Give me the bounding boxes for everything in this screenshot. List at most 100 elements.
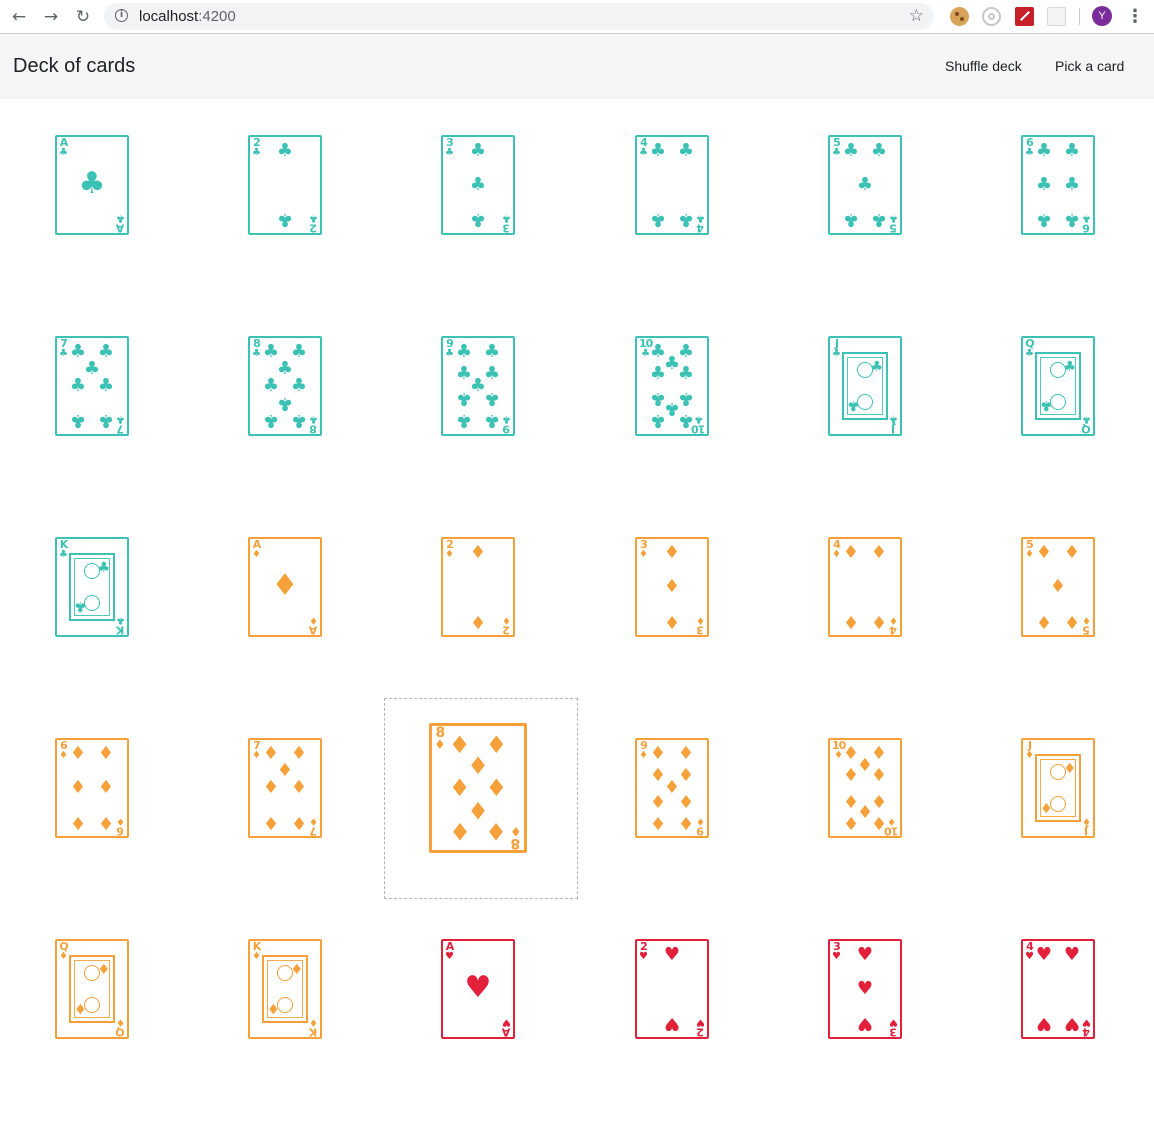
card-5-of-diamonds[interactable]: 5 ♦ 5 ♦ ♦ ♦ ♦ ♦ ♦ bbox=[1021, 537, 1095, 637]
card-suit-icon: ♦ bbox=[1025, 549, 1034, 561]
card-a-of-diamonds[interactable]: A ♦ A ♦ ♦ bbox=[248, 537, 322, 637]
card-suit-icon: ♦ bbox=[252, 750, 261, 762]
card-suit-icon: ♥ bbox=[445, 951, 454, 963]
reload-icon[interactable]: ↻ bbox=[71, 5, 95, 29]
card-4-of-clubs[interactable]: 4 ♣ 4 ♣ ♣ ♣ ♣ ♣ bbox=[635, 135, 709, 235]
card-corner: Q ♦ bbox=[116, 1016, 125, 1038]
diamonds-pip-icon: ♦ bbox=[485, 817, 508, 846]
card-corner: 7 ♣ bbox=[59, 338, 68, 359]
card-3-of-diamonds[interactable]: 3 ♦ 3 ♦ ♦ ♦ ♦ bbox=[635, 537, 709, 637]
card-q-of-diamonds[interactable]: Q ♦ Q ♦ ♦ ♦ bbox=[55, 939, 129, 1039]
card-7-of-clubs[interactable]: 7 ♣ 7 ♣ ♣ ♣ ♣ ♣ ♣ ♣ ♣ bbox=[55, 336, 129, 436]
card-j-of-diamonds[interactable]: J ♦ J ♦ ♦ ♦ bbox=[1021, 738, 1095, 838]
card-corner: 6 ♦ bbox=[59, 740, 68, 761]
card-rank: K bbox=[116, 623, 125, 636]
card-3-of-clubs[interactable]: 3 ♣ 3 ♣ ♣ ♣ ♣ bbox=[441, 135, 515, 235]
card-corner: 3 ♦ bbox=[696, 614, 705, 636]
card-suit-icon: ♦ bbox=[434, 737, 446, 753]
card-9-of-clubs[interactable]: 9 ♣ 9 ♣ ♣ ♣ ♣ ♣ ♣ ♣ ♣ ♣ ♣ bbox=[441, 336, 515, 436]
diamonds-pip-icon: ♦ bbox=[649, 743, 667, 765]
card-corner: 8 ♣ bbox=[309, 413, 318, 435]
cookie-extension-icon[interactable] bbox=[950, 7, 969, 26]
card-corner: 2 ♦ bbox=[502, 614, 511, 636]
card-corner: A ♦ bbox=[309, 613, 318, 636]
card-q-of-clubs[interactable]: Q ♣ Q ♣ ♣ ♣ bbox=[1021, 336, 1095, 436]
hearts-pip-icon: ♥ bbox=[1035, 944, 1053, 966]
clubs-pip-icon: ♣ bbox=[1035, 208, 1053, 230]
star-icon[interactable]: ☆ bbox=[909, 6, 924, 26]
diamonds-pip-icon: ♦ bbox=[1063, 761, 1076, 777]
diamonds-pip-icon: ♦ bbox=[69, 777, 87, 798]
card-10-of-diamonds[interactable]: 10 ♦ 10 ♦ ♦ ♦ ♦ ♦ ♦ ♦ ♦ ♦ ♦ ♦ bbox=[828, 738, 902, 838]
card-8-of-diamonds[interactable]: 8 ♦ 8 ♦ ♦ ♦ ♦ ♦ ♦ ♦ ♦ ♦ bbox=[429, 723, 527, 853]
card-6-of-clubs[interactable]: 6 ♣ 6 ♣ ♣ ♣ ♣ ♣ ♣ ♣ bbox=[1021, 135, 1095, 235]
clubs-pip-icon: ♣ bbox=[97, 560, 110, 576]
url-text[interactable]: localhost:4200 bbox=[139, 8, 236, 25]
card-suit-icon: ♦ bbox=[1025, 750, 1034, 762]
clubs-pip-icon: ♣ bbox=[870, 140, 888, 162]
card-suit-icon: ♣ bbox=[252, 348, 261, 360]
card-suit-icon: ♦ bbox=[59, 951, 68, 963]
red-extension-icon[interactable] bbox=[1015, 7, 1034, 26]
card-suit-icon: ♣ bbox=[1082, 412, 1091, 424]
clubs-pip-icon: ♣ bbox=[469, 208, 487, 230]
card-suit-icon: ♥ bbox=[832, 951, 841, 963]
card-2-of-hearts[interactable]: 2 ♥ 2 ♥ ♥ ♥ bbox=[635, 939, 709, 1039]
back-icon[interactable]: ← bbox=[7, 5, 31, 29]
card-rank: 9 bbox=[697, 824, 704, 837]
clubs-pip-icon: ♣ bbox=[856, 174, 874, 195]
address-bar[interactable]: i localhost:4200 ☆ bbox=[104, 3, 934, 30]
card-4-of-diamonds[interactable]: 4 ♦ 4 ♦ ♦ ♦ ♦ ♦ bbox=[828, 537, 902, 637]
card-4-of-hearts[interactable]: 4 ♥ 4 ♥ ♥ ♥ ♥ ♥ bbox=[1021, 939, 1095, 1039]
diamonds-pip-icon: ♦ bbox=[677, 811, 695, 833]
clubs-pip-icon: ♣ bbox=[290, 375, 308, 396]
card-8-of-clubs[interactable]: 8 ♣ 8 ♣ ♣ ♣ ♣ ♣ ♣ ♣ ♣ ♣ bbox=[248, 336, 322, 436]
card-a-of-clubs[interactable]: A ♣ A ♣ ♣ bbox=[55, 135, 129, 235]
card-corner: J ♦ bbox=[1082, 815, 1091, 837]
card-corner: 9 ♣ bbox=[502, 413, 511, 435]
clubs-pip-icon: ♣ bbox=[649, 409, 667, 431]
card-corner: 2 ♣ bbox=[309, 212, 318, 234]
card-rank: 5 bbox=[890, 221, 897, 234]
card-5-of-clubs[interactable]: 5 ♣ 5 ♣ ♣ ♣ ♣ ♣ ♣ bbox=[828, 135, 902, 235]
card-6-of-diamonds[interactable]: 6 ♦ 6 ♦ ♦ ♦ ♦ ♦ ♦ ♦ bbox=[55, 738, 129, 838]
clubs-pip-icon: ♣ bbox=[78, 166, 106, 202]
forward-icon[interactable]: → bbox=[39, 5, 63, 29]
card-suit-icon: ♣ bbox=[696, 211, 705, 223]
menu-icon[interactable]: ⋮ bbox=[1126, 6, 1144, 26]
pick-a-card-button[interactable]: Pick a card bbox=[1055, 58, 1124, 74]
clubs-pip-icon: ♣ bbox=[1063, 208, 1081, 230]
clubs-pip-icon: ♣ bbox=[97, 341, 115, 363]
card-corner: Q ♣ bbox=[1025, 338, 1035, 359]
diamonds-pip-icon: ♦ bbox=[677, 765, 695, 787]
card-corner: 8 ♦ bbox=[510, 823, 522, 851]
card-k-of-diamonds[interactable]: K ♦ K ♦ ♦ ♦ bbox=[248, 939, 322, 1039]
card-suit-icon: ♣ bbox=[502, 211, 511, 223]
target-extension-icon[interactable] bbox=[982, 7, 1001, 26]
card-suit-icon: ♣ bbox=[252, 147, 261, 159]
card-9-of-diamonds[interactable]: 9 ♦ 9 ♦ ♦ ♦ ♦ ♦ ♦ ♦ ♦ ♦ ♦ bbox=[635, 738, 709, 838]
info-icon[interactable]: i bbox=[115, 9, 128, 22]
shuffle-deck-button[interactable]: Shuffle deck bbox=[945, 58, 1022, 74]
clubs-pip-icon: ♣ bbox=[469, 174, 487, 195]
card-corner: 9 ♦ bbox=[696, 815, 705, 837]
card-3-of-hearts[interactable]: 3 ♥ 3 ♥ ♥ ♥ ♥ bbox=[828, 939, 902, 1039]
card-10-of-clubs[interactable]: 10 ♣ 10 ♣ ♣ ♣ ♣ ♣ ♣ ♣ ♣ ♣ ♣ ♣ bbox=[635, 336, 709, 436]
grey-extension-icon[interactable] bbox=[1047, 7, 1066, 26]
diamonds-pip-icon: ♦ bbox=[842, 610, 860, 632]
avatar[interactable]: Y bbox=[1092, 6, 1112, 26]
card-a-of-hearts[interactable]: A ♥ A ♥ ♥ bbox=[441, 939, 515, 1039]
diamonds-pip-icon: ♦ bbox=[870, 743, 888, 765]
card-k-of-clubs[interactable]: K ♣ K ♣ ♣ ♣ bbox=[55, 537, 129, 637]
card-7-of-diamonds[interactable]: 7 ♦ 7 ♦ ♦ ♦ ♦ ♦ ♦ ♦ ♦ bbox=[248, 738, 322, 838]
court-figure: ♦ ♦ bbox=[1035, 754, 1081, 822]
card-2-of-diamonds[interactable]: 2 ♦ 2 ♦ ♦ ♦ bbox=[441, 537, 515, 637]
diamonds-pip-icon: ♦ bbox=[69, 743, 87, 765]
card-j-of-clubs[interactable]: J ♣ J ♣ ♣ ♣ bbox=[828, 336, 902, 436]
card-rank: 7 bbox=[310, 824, 317, 837]
card-rank: A bbox=[309, 623, 318, 636]
card-corner: 4 ♣ bbox=[639, 137, 648, 158]
card-suit-icon: ♦ bbox=[309, 613, 318, 625]
card-corner: K ♦ bbox=[252, 941, 261, 962]
card-2-of-clubs[interactable]: 2 ♣ 2 ♣ ♣ ♣ bbox=[248, 135, 322, 235]
